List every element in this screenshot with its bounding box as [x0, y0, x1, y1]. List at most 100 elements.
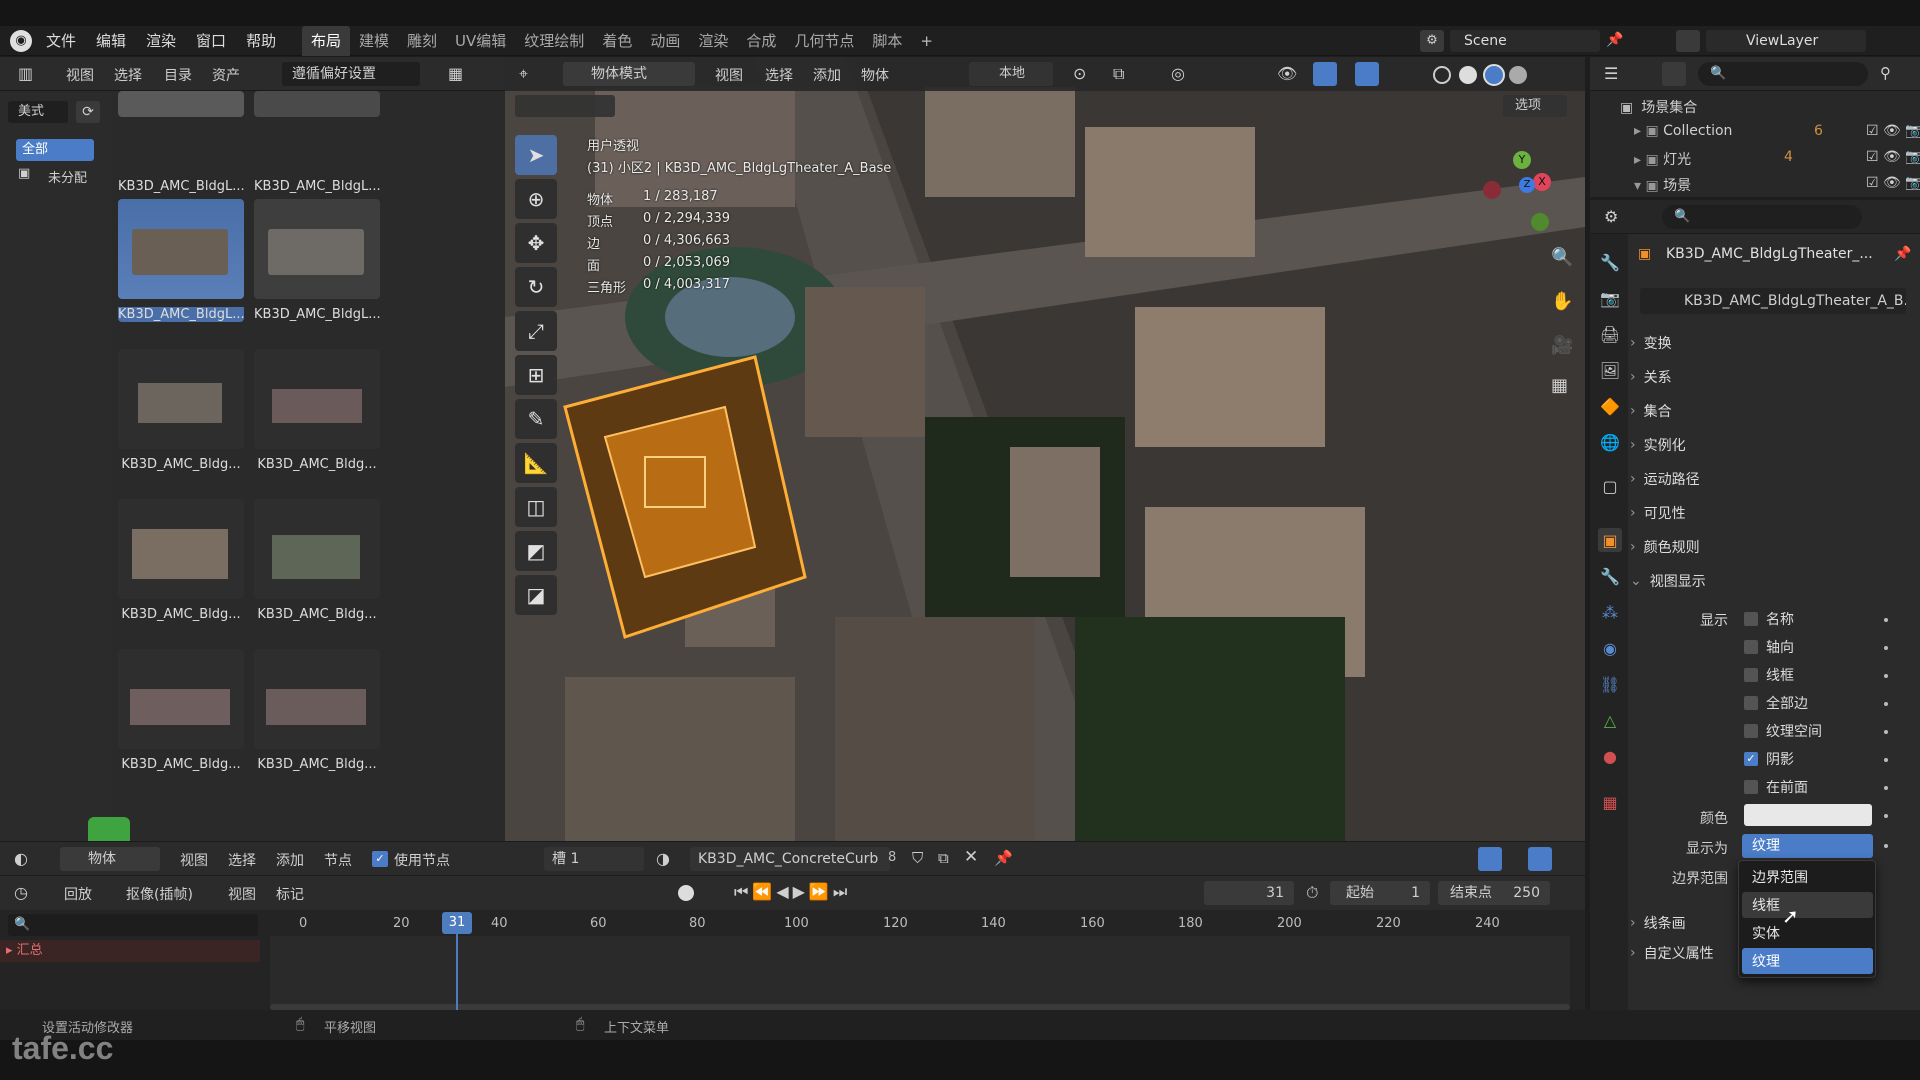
outliner-item-collection[interactable]: ▸ ▣ Collection 6 ☑ 👁 📷	[1634, 123, 1920, 139]
panel-visibility[interactable]: › 可见性	[1630, 498, 1686, 528]
color-swatch[interactable]	[1744, 804, 1872, 826]
asset-menu-assets[interactable]: 资产	[212, 65, 240, 85]
tab-modeling[interactable]: 建模	[350, 26, 398, 56]
tab-texture-paint[interactable]: 纹理绘制	[515, 26, 593, 56]
world-tab-icon[interactable]: 🌐	[1598, 430, 1622, 454]
panel-relations[interactable]: › 关系	[1630, 362, 1672, 392]
extra-tool-icon[interactable]: ◪	[515, 575, 557, 615]
tab-layout[interactable]: 布局	[302, 26, 351, 56]
timeline-menu-keying[interactable]: 抠像(插帧)	[126, 884, 193, 904]
add-workspace-button[interactable]: +	[911, 26, 942, 56]
keyframe-dot[interactable]	[1884, 646, 1888, 650]
view-layer-tab-icon[interactable]: 🖼	[1598, 358, 1622, 382]
timeline-track[interactable]	[270, 936, 1570, 1010]
dropdown-option-textured[interactable]: 纹理	[1742, 948, 1873, 974]
option-in-front[interactable]: 在前面	[1744, 772, 1808, 802]
select-tool-icon[interactable]: ➤	[515, 135, 557, 175]
tab-compositing[interactable]: 合成	[737, 26, 785, 56]
summary-channel[interactable]: ▸ 汇总	[0, 940, 260, 962]
tab-scripting[interactable]: 脚本	[863, 26, 911, 56]
overlay-toggle-icon[interactable]	[1355, 62, 1379, 86]
asset-item[interactable]: KB3D_AMC_Bldg...	[118, 499, 244, 635]
outliner-item-lights[interactable]: ▸ ▣ 灯光 4 ☑ 👁 📷	[1634, 149, 1920, 169]
wireframe-shading-icon[interactable]	[1433, 66, 1451, 84]
menu-edit[interactable]: 编辑	[86, 26, 136, 56]
asset-item[interactable]: KB3D_AMC_BldgL...	[254, 199, 380, 335]
scale-tool-icon[interactable]: ⤢	[515, 311, 557, 351]
collection-tab-icon[interactable]: ▢	[1598, 474, 1622, 498]
asset-item[interactable]: KB3D_AMC_Bldg...	[118, 649, 244, 785]
gizmo-neg-x[interactable]	[1483, 181, 1501, 199]
tab-uv-editing[interactable]: UV编辑	[446, 26, 515, 56]
use-nodes-checkbox[interactable]: ✓	[372, 851, 388, 867]
dropdown-option-bounds[interactable]: 边界范围	[1742, 864, 1873, 890]
rendered-shading-icon[interactable]	[1509, 66, 1527, 84]
display-mode-icon[interactable]: ▦	[448, 64, 463, 83]
option-shadow[interactable]: ✓ 阴影	[1744, 744, 1794, 774]
visibility-icon[interactable]: 👁	[1277, 64, 1297, 83]
asset-item-selected[interactable]: KB3D_AMC_BldgL...	[118, 199, 244, 335]
fake-user-icon[interactable]: ⛉	[912, 849, 923, 867]
current-frame-field[interactable]: 31	[1204, 881, 1294, 905]
viewport-menu-select[interactable]: 选择	[765, 65, 793, 85]
options-button[interactable]: 选项	[1503, 95, 1567, 117]
material-shading-icon[interactable]	[1483, 64, 1505, 86]
asset-menu-catalog[interactable]: 目录	[164, 65, 192, 85]
shader-type-select[interactable]: 物体	[60, 847, 160, 871]
asset-item[interactable]: KB3D_AMC_Bldg...	[254, 349, 380, 485]
keyframe-dot[interactable]	[1884, 674, 1888, 678]
start-frame-field[interactable]: 起始 1	[1330, 881, 1430, 905]
viewport-menu-view[interactable]: 视图	[715, 65, 743, 85]
row-toggles[interactable]: ☑ 👁 📷	[1866, 175, 1920, 191]
checkbox[interactable]	[1744, 668, 1758, 682]
option-wireframe[interactable]: 线框	[1744, 660, 1794, 690]
asset-item[interactable]: KB3D_AMC_Bldg...	[254, 649, 380, 785]
scene-tab-icon[interactable]: 🔶	[1598, 394, 1622, 418]
asset-menu-select[interactable]: 选择	[114, 65, 142, 85]
properties-search[interactable]: 🔍	[1662, 205, 1862, 229]
render-tab-icon[interactable]: 📷	[1598, 286, 1622, 310]
dropdown-option-wire[interactable]: 线框	[1742, 892, 1873, 918]
keyframe-dot[interactable]	[1884, 758, 1888, 762]
gizmo-x-axis[interactable]: X	[1533, 173, 1551, 191]
panel-custom-properties[interactable]: › 自定义属性	[1630, 938, 1714, 968]
panel-motion-paths[interactable]: › 运动路径	[1630, 464, 1700, 494]
asset-menu-view[interactable]: 视图	[66, 65, 94, 85]
editor-type-icon[interactable]: ◐	[14, 849, 28, 868]
asset-thumbnail-partial[interactable]	[118, 91, 244, 117]
shear-tool-icon[interactable]: ◩	[515, 531, 557, 571]
material-name-field[interactable]: KB3D_AMC_ConcreteCurb	[690, 847, 890, 871]
mode-select[interactable]: 物体模式	[563, 62, 695, 86]
scene-collection[interactable]: ▣ 场景集合	[1620, 97, 1697, 117]
object-tab-icon[interactable]: ▣	[1598, 528, 1622, 552]
data-tab-icon[interactable]: △	[1598, 708, 1622, 732]
editor-type-icon[interactable]: ◷	[14, 883, 28, 902]
panel-line-art-rules[interactable]: › 颜色规则	[1630, 532, 1700, 562]
checkbox[interactable]	[1744, 780, 1758, 794]
unlink-icon[interactable]: ✕	[964, 847, 978, 867]
panel-viewport-display[interactable]: ⌄ 视图显示	[1630, 566, 1706, 596]
checkbox[interactable]	[1744, 612, 1758, 626]
record-icon[interactable]	[678, 885, 694, 901]
transform-orientation[interactable]: 本地	[969, 62, 1053, 86]
timeline-menu-marker[interactable]: 标记	[276, 884, 304, 904]
tab-animation[interactable]: 动画	[641, 26, 689, 56]
tab-shading[interactable]: 着色	[593, 26, 641, 56]
scene-icon[interactable]: ⚙	[1420, 30, 1444, 52]
shader-menu-node[interactable]: 节点	[324, 850, 352, 870]
snap-icon[interactable]: ⧉	[1113, 64, 1124, 84]
blender-logo-icon[interactable]: ◉	[10, 30, 32, 52]
cursor-tool-icon[interactable]: ⊕	[515, 179, 557, 219]
particles-tab-icon[interactable]: ⁂	[1598, 600, 1622, 624]
shader-menu-select[interactable]: 选择	[228, 850, 256, 870]
annotate-tool-icon[interactable]: ✎	[515, 399, 557, 439]
viewport-menu-object[interactable]: 物体	[861, 65, 889, 85]
pan-hand-icon[interactable]: ✋	[1551, 291, 1573, 312]
asset-item[interactable]: KB3D_AMC_Bldg...	[254, 499, 380, 635]
display-mode-icon[interactable]	[1662, 62, 1686, 86]
checkbox[interactable]	[1744, 640, 1758, 654]
option-name[interactable]: 名称	[1744, 604, 1794, 634]
dropdown-option-solid[interactable]: 实体	[1742, 920, 1873, 946]
zoom-icon[interactable]: 🔍	[1551, 247, 1573, 268]
filter-icon[interactable]: ⚲	[1880, 64, 1891, 82]
